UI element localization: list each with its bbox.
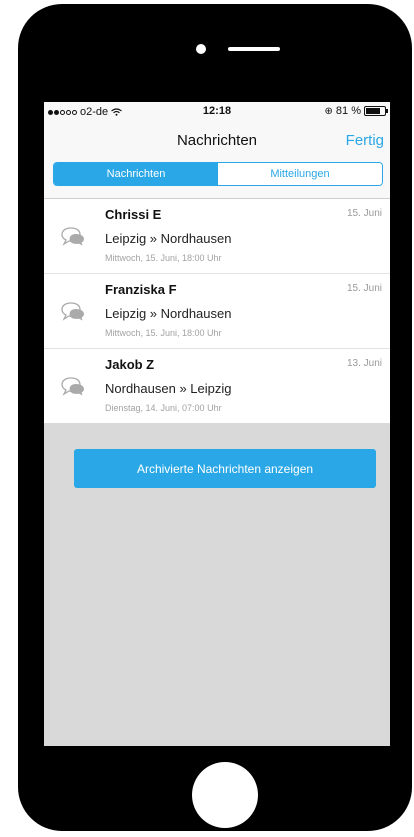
show-archived-messages-button[interactable]: Archivierte Nachrichten anzeigen: [74, 449, 376, 488]
app-screen: o2-de 12:18 ⊕ 81 % Nachrichten Fertig Na…: [44, 102, 390, 746]
tab-mitteilungen[interactable]: Mitteilungen: [218, 163, 382, 185]
chat-bubbles-icon: [61, 227, 84, 246]
sender-name: Franziska F: [105, 282, 177, 297]
message-list: Chrissi E 15. Juni Leipzig » Nordhausen …: [44, 199, 390, 423]
battery-icon: [364, 106, 388, 116]
message-row[interactable]: Jakob Z 13. Juni Nordhausen » Leipzig Di…: [44, 349, 390, 423]
battery-status: ⊕ 81 %: [324, 105, 388, 117]
ride-route: Leipzig » Nordhausen: [105, 231, 232, 246]
message-date: 15. Juni: [346, 208, 382, 219]
ride-time: Mittwoch, 15. Juni, 18:00 Uhr: [105, 253, 222, 263]
tab-nachrichten[interactable]: Nachrichten: [54, 163, 218, 185]
ride-time: Mittwoch, 15. Juni, 18:00 Uhr: [105, 328, 222, 338]
front-camera: [196, 44, 206, 54]
sender-name: Chrissi E: [105, 207, 162, 222]
message-date: 13. Juni: [346, 358, 382, 369]
message-date: 15. Juni: [346, 283, 382, 294]
segmented-control: Nachrichten Mitteilungen: [53, 162, 383, 186]
segment-bar: Nachrichten Mitteilungen: [44, 162, 390, 199]
earpiece-speaker: [228, 47, 280, 51]
chat-bubbles-icon: [61, 377, 84, 396]
sender-name: Jakob Z: [105, 357, 155, 372]
ride-time: Dienstag, 14. Juni, 07:00 Uhr: [105, 403, 222, 413]
ride-route: Nordhausen » Leipzig: [105, 381, 232, 396]
navigation-bar: Nachrichten Fertig: [44, 122, 390, 162]
page-title: Nachrichten: [176, 132, 258, 149]
battery-percent: 81 %: [335, 105, 361, 117]
ride-route: Leipzig » Nordhausen: [105, 306, 232, 321]
status-bar: o2-de 12:18 ⊕ 81 %: [44, 102, 390, 122]
lock-rotation-icon: ⊕: [324, 105, 333, 117]
done-button[interactable]: Fertig: [346, 132, 384, 149]
home-button[interactable]: [192, 762, 258, 828]
chat-bubbles-icon: [61, 302, 84, 321]
message-row[interactable]: Franziska F 15. Juni Leipzig » Nordhause…: [44, 274, 390, 349]
message-row[interactable]: Chrissi E 15. Juni Leipzig » Nordhausen …: [44, 199, 390, 274]
